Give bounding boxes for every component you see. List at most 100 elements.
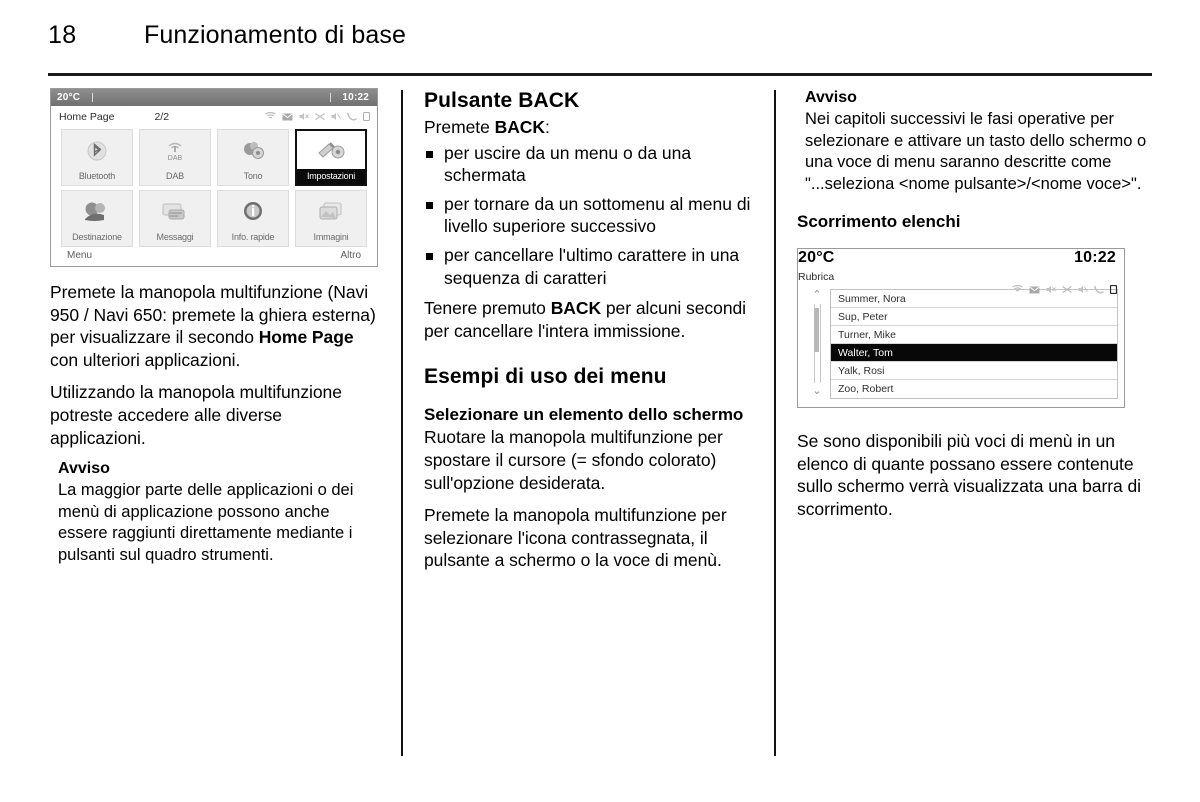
clock-readout: 10:22 bbox=[1074, 249, 1116, 266]
infotainment-home-screen: 20°C 10:22 Home Page 2/2 Bluetooth DAB D… bbox=[50, 88, 378, 267]
clock-readout: 10:22 bbox=[342, 92, 369, 103]
phonebook-title: Rubrica bbox=[798, 271, 835, 283]
phonebook-screen: 20°C 10:22 Rubrica ⌃ ⌄ Summer, Nora Sup,… bbox=[797, 248, 1125, 408]
paragraph-press-back: Premete BACK: bbox=[424, 116, 758, 139]
tone-icon bbox=[218, 130, 288, 171]
note-block-col3: Avviso Nei capitoli successivi le fasi o… bbox=[805, 88, 1147, 195]
list-item[interactable]: Sup, Peter bbox=[831, 308, 1117, 326]
home-footer-row: Menu Altro bbox=[51, 247, 377, 266]
shuffle-icon bbox=[315, 112, 325, 121]
status-divider bbox=[92, 93, 94, 102]
speaker-off-icon bbox=[331, 112, 341, 121]
header-divider bbox=[48, 73, 1152, 76]
tile-dab[interactable]: DAB DAB bbox=[139, 129, 211, 186]
destination-icon bbox=[62, 191, 132, 232]
contact-list-area: ⌃ ⌄ Summer, Nora Sup, Peter Turner, Mike… bbox=[798, 285, 1124, 407]
note-title: Avviso bbox=[58, 460, 110, 478]
speaker-off-icon bbox=[1078, 285, 1088, 294]
note-title: Avviso bbox=[805, 89, 857, 106]
home-page-title: Home Page bbox=[59, 110, 115, 123]
tile-info-rapide[interactable]: Info. rapide bbox=[217, 190, 289, 247]
status-icon-group bbox=[1012, 285, 1117, 294]
subtitle-list-scrolling: Scorrimento elenchi bbox=[797, 212, 961, 231]
softkey-menu[interactable]: Menu bbox=[67, 250, 92, 261]
text-part-a: Premete bbox=[424, 117, 495, 137]
paragraph-multifunction-knob: Premete la manopola multifunzione (Navi … bbox=[50, 281, 380, 371]
list-item-selected[interactable]: Walter, Tom bbox=[831, 344, 1117, 362]
bluetooth-icon bbox=[62, 130, 132, 171]
home-title-row: Home Page 2/2 bbox=[51, 106, 377, 127]
text-bold-back: BACK bbox=[550, 298, 602, 319]
battery-icon bbox=[363, 112, 370, 121]
settings-icon bbox=[297, 131, 365, 169]
column-2: Pulsante BACK Premete BACK: per uscire d… bbox=[424, 88, 758, 582]
tile-label: Messaggi bbox=[156, 232, 194, 242]
scroll-thumb[interactable] bbox=[813, 308, 819, 352]
page-header: 18 Funzionamento di base bbox=[48, 20, 1152, 66]
phonebook-title-row: Rubrica bbox=[798, 267, 1124, 294]
messages-icon bbox=[140, 191, 210, 232]
wifi-icon bbox=[265, 112, 276, 121]
list-item: per tornare da un sottomenu al menu di l… bbox=[424, 193, 758, 238]
list-item[interactable]: Zoo, Robert bbox=[831, 380, 1117, 398]
wifi-icon bbox=[1012, 285, 1023, 294]
scroll-down-icon[interactable]: ⌄ bbox=[812, 386, 821, 397]
clock-divider bbox=[330, 93, 331, 102]
tile-label: Info. rapide bbox=[231, 232, 275, 242]
list-item[interactable]: Turner, Mike bbox=[831, 326, 1117, 344]
tile-label: Immagini bbox=[313, 232, 349, 242]
tile-immagini[interactable]: Immagini bbox=[295, 190, 367, 247]
tile-bluetooth[interactable]: Bluetooth bbox=[61, 129, 133, 186]
paragraph-rotate-knob: Ruotare la manopola multifunzione per sp… bbox=[424, 427, 723, 493]
message-icon bbox=[282, 113, 293, 121]
mute-icon bbox=[1046, 285, 1056, 294]
scrollbar[interactable]: ⌃ ⌄ bbox=[804, 289, 830, 399]
phone-icon bbox=[1094, 285, 1104, 294]
scroll-up-icon[interactable]: ⌃ bbox=[812, 290, 821, 301]
temperature-readout: 20°C bbox=[57, 92, 81, 103]
mute-icon bbox=[299, 112, 309, 121]
tile-label: Tono bbox=[243, 171, 263, 181]
tile-destinazione[interactable]: Destinazione bbox=[61, 190, 133, 247]
scroll-track[interactable] bbox=[813, 304, 821, 383]
section-title-menu-examples: Esempi di uso dei menu bbox=[424, 365, 667, 389]
message-icon bbox=[1029, 286, 1040, 294]
column-divider-1 bbox=[401, 90, 403, 756]
tile-messaggi[interactable]: Messaggi bbox=[139, 190, 211, 247]
battery-icon bbox=[1110, 285, 1117, 294]
tile-label: Destinazione bbox=[72, 232, 122, 242]
column-1: 20°C 10:22 Home Page 2/2 Bluetooth DAB D… bbox=[50, 88, 380, 576]
tile-tono[interactable]: Tono bbox=[217, 129, 289, 186]
svg-text:DAB: DAB bbox=[168, 155, 183, 162]
home-tile-grid: Bluetooth DAB DAB Tono Impostazioni Dest… bbox=[51, 127, 377, 247]
text-part-b: con ulteriori applicazioni. bbox=[50, 349, 241, 370]
softkey-altro[interactable]: Altro bbox=[340, 250, 361, 261]
quick-info-icon bbox=[218, 191, 288, 232]
text-part-b: : bbox=[544, 117, 550, 137]
column-3: Avviso Nei capitoli successivi le fasi o… bbox=[797, 88, 1147, 530]
chapter-title: Funzionamento di base bbox=[144, 21, 406, 49]
paragraph-hold-back: Tenere premuto BACK per alcuni secondi p… bbox=[424, 297, 758, 342]
images-icon bbox=[296, 191, 366, 232]
subtitle-select-screen-element: Selezionare un elemento dello schermo bbox=[424, 405, 744, 425]
dab-antenna-icon: DAB bbox=[140, 130, 210, 171]
page-number: 18 bbox=[48, 21, 77, 49]
column-divider-2 bbox=[774, 90, 776, 756]
shuffle-icon bbox=[1062, 285, 1072, 294]
document-page: 18 Funzionamento di base 20°C 10:22 Home… bbox=[0, 0, 1200, 802]
home-page-indicator: 2/2 bbox=[154, 110, 170, 123]
tile-label: Impostazioni bbox=[297, 169, 365, 184]
paragraph-applications: Utilizzando la manopola multifunzione po… bbox=[50, 382, 342, 448]
list-item: per uscire da un menu o da una schermata bbox=[424, 142, 758, 187]
tile-label: DAB bbox=[166, 171, 184, 181]
list-item[interactable]: Yalk, Rosi bbox=[831, 362, 1117, 380]
tile-impostazioni[interactable]: Impostazioni bbox=[295, 129, 367, 186]
text-bold-back: BACK bbox=[494, 117, 545, 137]
phonebook-status-bar: 20°C 10:22 bbox=[798, 249, 1124, 267]
page-columns: 20°C 10:22 Home Page 2/2 Bluetooth DAB D… bbox=[0, 88, 1200, 788]
status-icon-group bbox=[265, 112, 370, 121]
list-item: per cancellare l'ultimo carattere in una… bbox=[424, 244, 758, 289]
tile-label: Bluetooth bbox=[78, 171, 116, 181]
phone-icon bbox=[347, 112, 357, 121]
note-text: Nei capitoli successivi le fasi operativ… bbox=[805, 110, 1147, 193]
